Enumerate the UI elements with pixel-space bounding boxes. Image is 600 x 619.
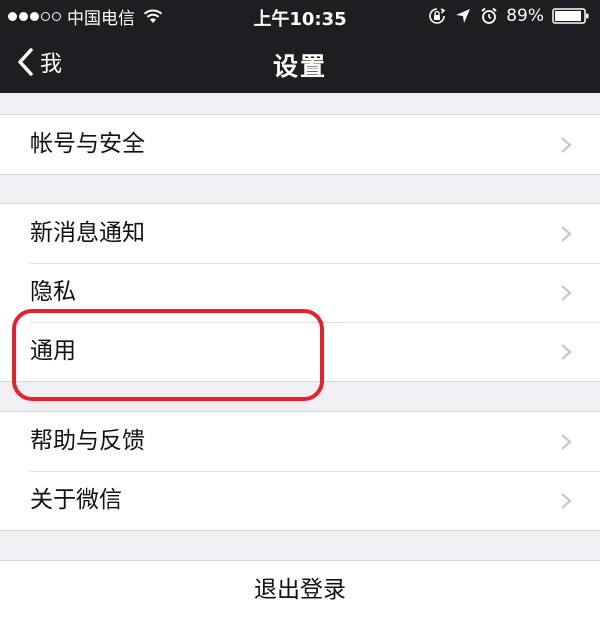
- settings-item-label: 帮助与反馈: [30, 428, 145, 454]
- settings-item-general[interactable]: 通用: [0, 322, 600, 381]
- settings-item-help-feedback[interactable]: 帮助与反馈: [0, 412, 600, 471]
- settings-group-help: 帮助与反馈 关于微信: [0, 411, 600, 531]
- logout-button[interactable]: 退出登录: [0, 560, 600, 619]
- settings-item-privacy[interactable]: 隐私: [0, 263, 600, 322]
- settings-item-label: 帐号与安全: [30, 131, 145, 157]
- orientation-lock-icon: [428, 7, 446, 25]
- chevron-right-icon: [561, 434, 572, 450]
- settings-item-label: 新消息通知: [30, 220, 145, 246]
- status-bar: 中国电信 上午10:35 89%: [0, 0, 600, 32]
- settings-item-about[interactable]: 关于微信: [0, 471, 600, 530]
- logout-label: 退出登录: [254, 577, 346, 603]
- top-bar: 中国电信 上午10:35 89% 我 设置: [0, 0, 600, 93]
- alarm-icon: [480, 7, 498, 25]
- chevron-right-icon: [561, 344, 572, 360]
- chevron-right-icon: [561, 137, 572, 153]
- settings-item-label: 通用: [30, 338, 76, 364]
- battery-percent: 89%: [506, 6, 544, 26]
- settings-group-account: 帐号与安全: [0, 114, 600, 175]
- settings-item-label: 隐私: [30, 279, 76, 305]
- navigation-bar: 我 设置: [0, 32, 600, 93]
- chevron-right-icon: [561, 226, 572, 242]
- settings-item-label: 关于微信: [30, 487, 122, 513]
- location-icon: [454, 7, 472, 25]
- page-title: 设置: [272, 52, 327, 81]
- settings-group-general: 新消息通知 隐私 通用: [0, 203, 600, 382]
- settings-item-account-security[interactable]: 帐号与安全: [0, 115, 600, 174]
- chevron-right-icon: [561, 285, 572, 301]
- status-right: 89%: [428, 5, 590, 27]
- battery-icon: [552, 7, 590, 25]
- settings-screen: 中国电信 上午10:35 89% 我 设置 帐号与安全 新消息通知 隐私 通用 …: [0, 0, 600, 619]
- chevron-right-icon: [561, 493, 572, 509]
- settings-item-notifications[interactable]: 新消息通知: [0, 204, 600, 263]
